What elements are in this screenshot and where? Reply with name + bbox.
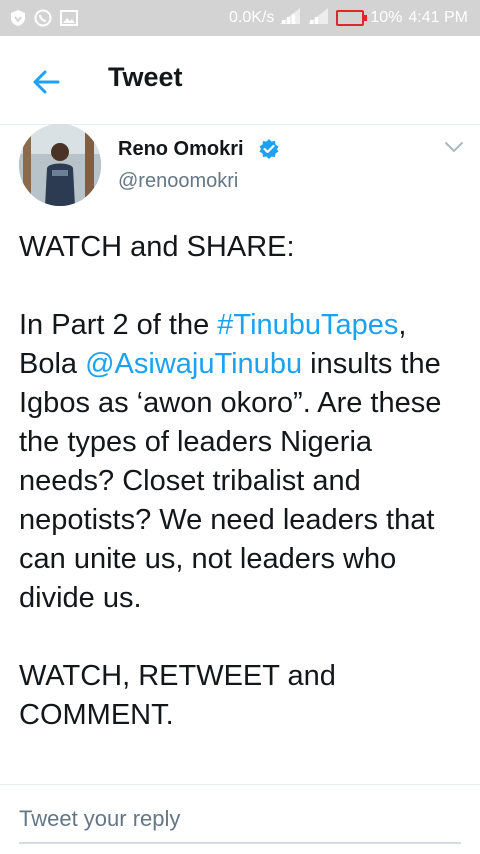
divider [0, 784, 480, 785]
clock: 4:41 PM [408, 9, 468, 26]
author-name[interactable]: Reno Omokri [118, 138, 244, 161]
tweet-line: WATCH and SHARE: [19, 231, 295, 263]
chevron-down-icon [445, 142, 463, 153]
more-options-button[interactable] [444, 140, 464, 154]
mention-link[interactable]: @AsiwajuTinubu [85, 348, 302, 380]
tweet-paragraph: In Part 2 of the #TinubuTapes, Bola @Asiw… [19, 309, 442, 614]
author-handle[interactable]: @renoomokri [118, 170, 238, 193]
avatar[interactable] [19, 124, 101, 206]
tweet-paragraph-end: WATCH, RETWEET and COMMENT. [19, 660, 336, 731]
net-speed: 0.0K/s [229, 9, 275, 26]
status-bar: 0.0K/s 10% 4:41 PM [0, 0, 480, 36]
tweet-text: WATCH and SHARE: In Part 2 of the #Tinub… [19, 228, 469, 735]
image-icon [60, 10, 78, 26]
page-title: Tweet [108, 62, 183, 92]
verified-badge-icon [258, 138, 280, 160]
battery-icon [336, 10, 368, 26]
signal-icon-2 [308, 7, 330, 29]
signal-icon [280, 7, 302, 29]
whatsapp-icon [34, 9, 52, 27]
battery-percent: 10% [370, 9, 403, 26]
reply-underline [19, 842, 461, 844]
shield-icon [10, 9, 26, 27]
top-app-bar: Tweet [0, 36, 480, 124]
hashtag-link[interactable]: #TinubuTapes [217, 309, 398, 341]
reply-input[interactable]: Tweet your reply [19, 806, 180, 832]
arrow-left-icon [33, 70, 60, 94]
back-button[interactable] [28, 64, 64, 100]
notification-icons [10, 8, 78, 28]
